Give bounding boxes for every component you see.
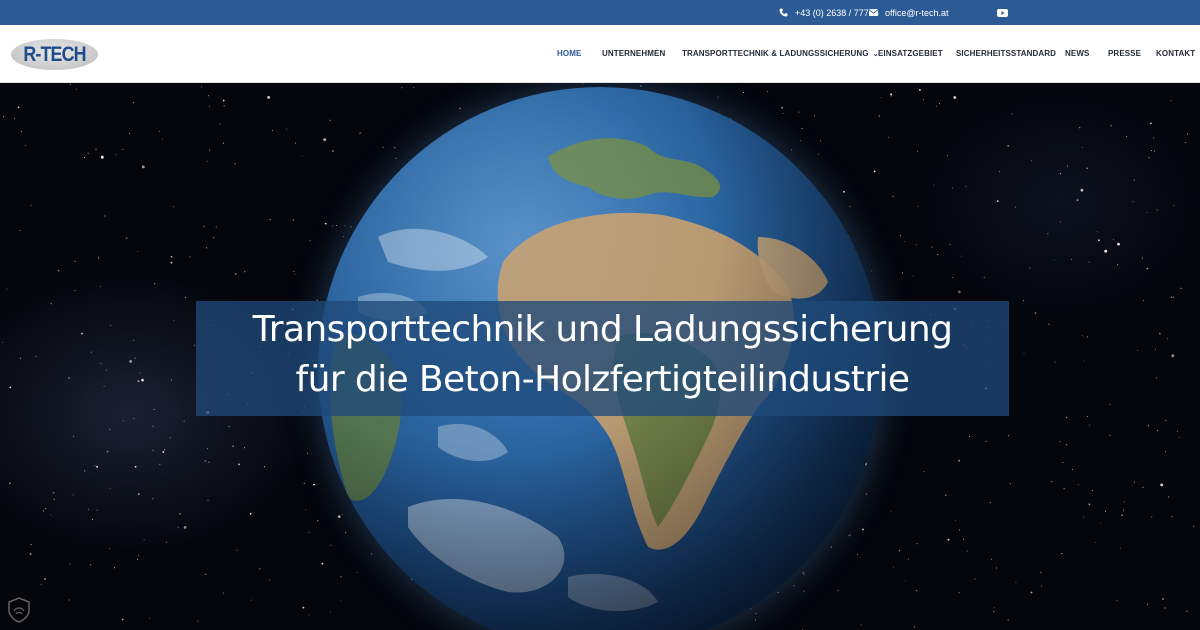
shield-badge-icon[interactable] — [7, 597, 31, 623]
top-contact-bar: +43 (0) 2638 / 77735 office@r-tech.at — [0, 0, 1200, 25]
email-contact[interactable]: office@r-tech.at — [869, 0, 949, 25]
phone-icon — [779, 8, 788, 17]
nav-item-kontakt[interactable]: KONTAKT — [1156, 25, 1195, 83]
logo[interactable]: R-TECH — [11, 39, 98, 70]
phone-number[interactable]: +43 (0) 2638 / 77735 — [795, 8, 879, 18]
envelope-icon — [869, 9, 878, 16]
nav-item-transporttechnik[interactable]: TRANSPORTTECHNIK & LADUNGSSICHERUNG ⌄ — [682, 25, 879, 83]
nav-item-sicherheitsstandard[interactable]: SICHERHEITSSTANDARD — [956, 25, 1056, 83]
nav-item-news[interactable]: NEWS — [1065, 25, 1089, 83]
phone-contact[interactable]: +43 (0) 2638 / 77735 — [779, 0, 879, 25]
youtube-link[interactable] — [997, 0, 1008, 25]
nav-item-einsatzgebiet[interactable]: EINSATZGEBIET — [878, 25, 943, 83]
hero-headline-box: Transporttechnik und Ladungssicherung fü… — [196, 301, 1009, 416]
hero-headline-line-2: für die Beton-Holzfertigteilindustrie — [295, 359, 911, 400]
nav-item-unternehmen[interactable]: UNTERNEHMEN — [602, 25, 665, 83]
nav-item-presse[interactable]: PRESSE — [1108, 25, 1141, 83]
nav-item-home[interactable]: HOME — [557, 25, 581, 83]
email-address[interactable]: office@r-tech.at — [885, 8, 949, 18]
youtube-icon — [997, 8, 1008, 17]
main-header: R-TECH HOME UNTERNEHMEN TRANSPORTTECHNIK… — [0, 25, 1200, 83]
logo-text: R-TECH — [23, 43, 86, 66]
hero-section: Transporttechnik und Ladungssicherung fü… — [0, 83, 1200, 630]
hero-headline-line-1: Transporttechnik und Ladungssicherung — [252, 309, 953, 350]
